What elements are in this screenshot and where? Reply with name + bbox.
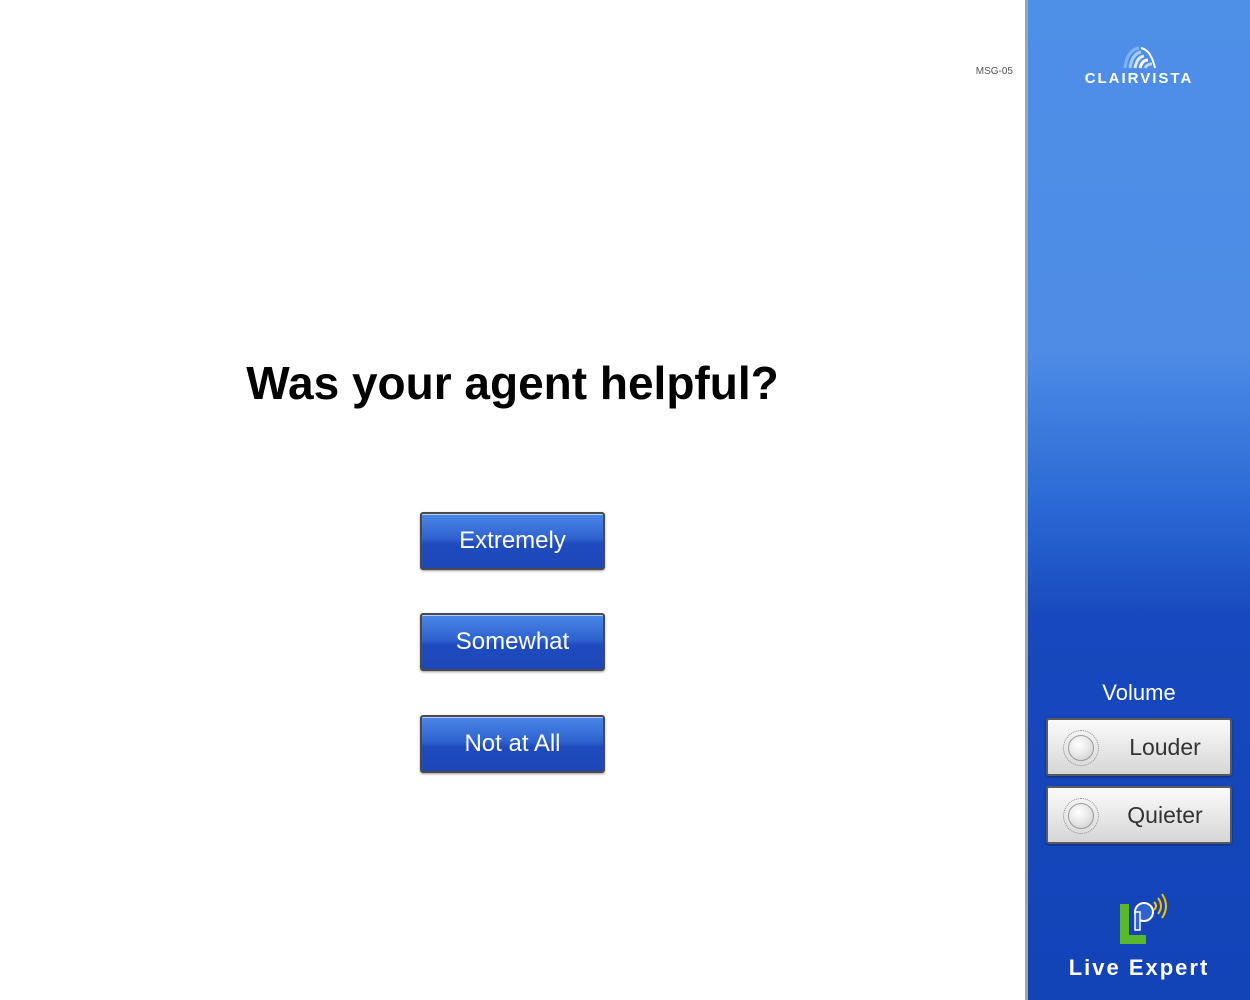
answer-extremely-button[interactable]: Extremely xyxy=(420,512,605,570)
kiosk-screen: MSG-05 Was your agent helpful? Extremely… xyxy=(0,0,1250,1000)
survey-question: Was your agent helpful? xyxy=(246,357,779,409)
answer-not-at-all-button[interactable]: Not at All xyxy=(420,715,605,773)
survey-panel: MSG-05 Was your agent helpful? Extremely… xyxy=(0,0,1025,1000)
sidebar: CLAIRVISTA Volume Louder Quieter Live Ex… xyxy=(1025,0,1250,1000)
live-expert-name: Live Expert xyxy=(1068,955,1210,980)
volume-label: Volume xyxy=(1102,680,1176,705)
quieter-button[interactable]: Quieter xyxy=(1046,786,1232,844)
louder-label: Louder xyxy=(1129,733,1201,760)
quieter-label: Quieter xyxy=(1127,801,1203,828)
volume-knob-icon xyxy=(1063,798,1099,834)
live-expert-logo-icon xyxy=(1120,893,1167,944)
screen-code: MSG-05 xyxy=(975,66,1013,77)
brand-fan-icon xyxy=(1123,46,1156,69)
louder-button[interactable]: Louder xyxy=(1046,718,1232,776)
answer-somewhat-button[interactable]: Somewhat xyxy=(420,613,605,671)
brand-name: CLAIRVISTA xyxy=(1084,70,1194,87)
volume-knob-icon xyxy=(1063,730,1099,766)
brand-logo: CLAIRVISTA xyxy=(1028,44,1250,87)
